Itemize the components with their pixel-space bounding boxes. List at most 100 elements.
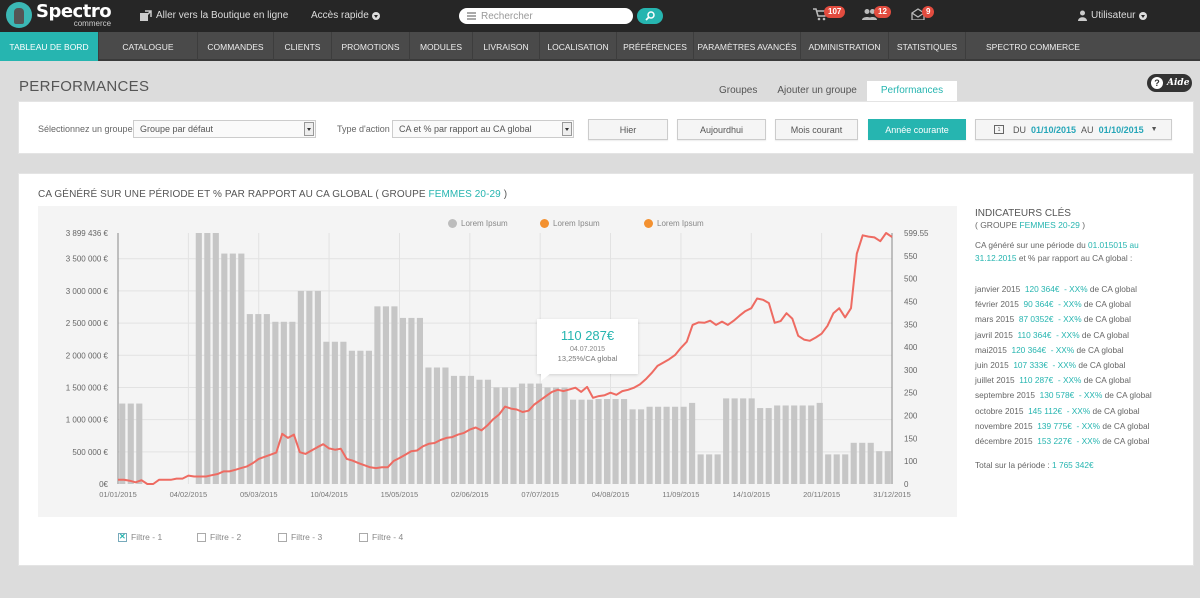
quick-access-dropdown[interactable]: Accès rapide bbox=[311, 10, 380, 21]
kpi-suffix: de CA global bbox=[1081, 375, 1131, 386]
chevron-down-icon bbox=[1139, 11, 1148, 20]
filter-label: Filtre - 3 bbox=[291, 532, 323, 542]
bar bbox=[714, 454, 721, 484]
tab-groupes[interactable]: Groupes bbox=[709, 81, 767, 101]
nav-item-parametres-avances[interactable]: PARAMÈTRES AVANCÉS bbox=[694, 32, 801, 61]
kpi-value: 120 364€ bbox=[1011, 344, 1047, 355]
y-left-tick-label: 1 500 000 € bbox=[66, 383, 109, 392]
bar bbox=[221, 253, 228, 484]
bar bbox=[314, 290, 321, 484]
kpi-list: janvier 2015 120 364€ - XX% de CA global… bbox=[975, 282, 1175, 449]
kpi-percent: - XX% bbox=[1052, 360, 1077, 371]
kpi-month: décembre 2015 bbox=[975, 436, 1033, 447]
y-left-tick-label: 3 500 000 € bbox=[66, 255, 109, 264]
date-from: 01/10/2015 bbox=[1031, 124, 1077, 135]
kpi-suffix: de CA global bbox=[1100, 436, 1150, 447]
key-indicators-intro: CA généré sur une période du 01.015015 a… bbox=[975, 240, 1139, 263]
bar bbox=[374, 306, 381, 484]
kpi-row: septembre 2015 130 578€ - XX% de CA glob… bbox=[975, 388, 1175, 403]
nav-item-clients[interactable]: CLIENTS bbox=[274, 32, 332, 61]
search-input[interactable]: Rechercher bbox=[459, 8, 633, 24]
kpi-percent: - XX% bbox=[1050, 344, 1075, 355]
kpi-month: mars 2015 bbox=[975, 314, 1015, 325]
customers-notification[interactable]: 12 bbox=[862, 6, 891, 20]
kpi-value: 130 578€ bbox=[1039, 390, 1075, 401]
date-to: 01/10/2015 bbox=[1098, 124, 1144, 135]
nav-item-statistiques[interactable]: STATISTIQUES bbox=[889, 32, 966, 61]
y-right-tick-label: 350 bbox=[904, 320, 918, 329]
today-button[interactable]: Aujourdhui bbox=[677, 119, 766, 140]
chart-title-group: FEMMES 20-29 bbox=[428, 189, 501, 200]
date-range-picker[interactable]: 1 DU 01/10/2015 AU 01/10/2015 ▼ bbox=[975, 119, 1172, 140]
nav-item-spectro-commerce[interactable]: SPECTRO COMMERCE bbox=[966, 32, 1100, 61]
nav-item-catalogue[interactable]: CATALOGUE bbox=[99, 32, 198, 61]
help-button[interactable]: ? Aide bbox=[1147, 74, 1192, 92]
bar bbox=[808, 405, 815, 484]
tooltip-value: 110 287€ bbox=[560, 328, 615, 343]
current-month-button[interactable]: Mois courant bbox=[775, 119, 858, 140]
bar bbox=[238, 253, 245, 484]
filter-checkbox-4[interactable]: Filtre - 4 bbox=[359, 532, 403, 542]
kpi-month: mai2015 bbox=[975, 344, 1007, 355]
bar bbox=[493, 387, 500, 484]
orders-notification[interactable]: 107 bbox=[813, 6, 846, 21]
nav-item-commandes[interactable]: COMMANDES bbox=[198, 32, 274, 61]
tab-performances[interactable]: Performances bbox=[866, 81, 958, 101]
user-menu[interactable]: Utilisateur bbox=[1078, 10, 1148, 21]
checkbox-checked-icon bbox=[118, 532, 127, 542]
kpi-row: janvier 2015 120 364€ - XX% de CA global bbox=[975, 282, 1175, 297]
date-from-prefix: DU bbox=[1013, 124, 1026, 135]
search-button[interactable] bbox=[637, 8, 663, 24]
kpi-suffix: de CA global bbox=[1102, 390, 1152, 401]
bar bbox=[527, 383, 534, 484]
x-tick-label: 14/10/2015 bbox=[732, 490, 770, 499]
bar bbox=[119, 403, 126, 484]
y-right-tick-label: 400 bbox=[904, 343, 918, 352]
nav-item-tableau-de-bord[interactable]: TABLEAU DE BORD bbox=[0, 32, 99, 61]
bar bbox=[765, 408, 772, 484]
user-icon bbox=[1078, 10, 1087, 21]
yesterday-button[interactable]: Hier bbox=[588, 119, 668, 140]
tab-ajouter-un-groupe[interactable]: Ajouter un groupe bbox=[767, 81, 867, 101]
y-left-tick-label: 2 000 000 € bbox=[66, 351, 109, 360]
shop-link[interactable]: Aller vers la Boutique en ligne bbox=[140, 10, 288, 21]
bar bbox=[663, 406, 670, 484]
nav-item-preferences[interactable]: PRÉFÉRENCES bbox=[617, 32, 694, 61]
bar bbox=[289, 321, 296, 484]
nav-item-livraison[interactable]: LIVRAISON bbox=[473, 32, 540, 61]
kpi-suffix: de CA global bbox=[1087, 284, 1137, 294]
filter-checkbox-2[interactable]: Filtre - 2 bbox=[197, 532, 241, 542]
bar bbox=[578, 399, 585, 484]
kpi-month: octobre 2015 bbox=[975, 405, 1024, 416]
bar bbox=[433, 367, 441, 484]
kpi-month: novembre 2015 bbox=[975, 420, 1033, 431]
bar bbox=[621, 399, 628, 484]
total-label: Total sur la période : bbox=[975, 460, 1053, 471]
key-indicators-subtitle: ( GROUPE FEMMES 20-29 ) bbox=[975, 220, 1086, 230]
bar bbox=[731, 398, 738, 484]
chart-title-suffix: ) bbox=[500, 189, 508, 200]
bar bbox=[791, 405, 798, 484]
checkbox-icon bbox=[197, 532, 206, 542]
kpi-percent: - XX% bbox=[1064, 284, 1088, 294]
kpi-suffix: de CA global bbox=[1090, 405, 1140, 416]
bar bbox=[136, 403, 143, 484]
nav-item-modules[interactable]: MODULES bbox=[410, 32, 473, 61]
filter-checkbox-3[interactable]: Filtre - 3 bbox=[278, 532, 322, 542]
nav-item-administration[interactable]: ADMINISTRATION bbox=[801, 32, 889, 61]
bar bbox=[365, 350, 372, 484]
logo[interactable]: Spectro commerce bbox=[6, 2, 112, 28]
nav-item-localisation[interactable]: LOCALISATION bbox=[540, 32, 617, 61]
bar bbox=[646, 406, 653, 484]
current-year-button[interactable]: Année courante bbox=[868, 119, 966, 140]
group-select[interactable]: Groupe par défaut bbox=[133, 120, 316, 138]
nav-item-promotions[interactable]: PROMOTIONS bbox=[332, 32, 410, 61]
filter-checkbox-1[interactable]: Filtre - 1 bbox=[118, 532, 162, 542]
top-bar: Spectro commerce Aller vers la Boutique … bbox=[0, 0, 1200, 32]
kpi-row: décembre 2015 153 227€ - XX% de CA globa… bbox=[975, 434, 1175, 449]
messages-badge: 9 bbox=[922, 6, 935, 18]
bar bbox=[382, 306, 389, 484]
action-select[interactable]: CA et % par rapport au CA global bbox=[392, 120, 574, 138]
x-tick-label: 11/09/2015 bbox=[662, 490, 699, 499]
messages-notification[interactable]: 9 bbox=[911, 6, 935, 20]
